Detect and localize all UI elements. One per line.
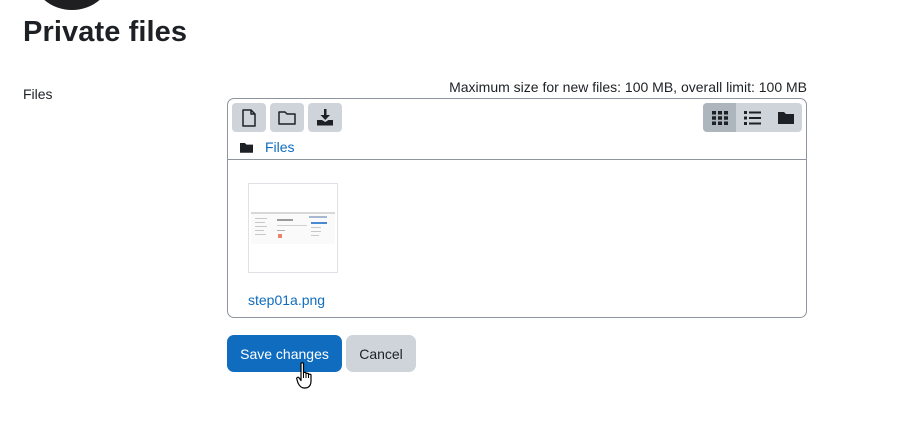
hand-pointer-cursor-icon [296, 362, 312, 389]
breadcrumb: Files [240, 139, 295, 155]
list-view-button[interactable] [736, 103, 769, 132]
icons-view-button[interactable] [703, 103, 736, 132]
grid-icon [711, 110, 728, 125]
tree-view-button[interactable] [769, 103, 802, 132]
download-icon [317, 109, 333, 126]
add-file-button[interactable] [232, 103, 266, 132]
screenshot-thumbnail-image [251, 212, 335, 244]
folder-icon [278, 111, 296, 125]
file-manager: Files step01a.png [227, 98, 807, 318]
avatar [33, 0, 111, 10]
file-size-limits: Maximum size for new files: 100 MB, over… [449, 79, 807, 95]
folder-icon [240, 142, 253, 153]
page-title: Private files [23, 16, 188, 48]
download-button[interactable] [308, 103, 342, 132]
list-icon [744, 110, 761, 125]
file-icon [242, 108, 256, 127]
save-changes-button[interactable]: Save changes [227, 335, 342, 372]
create-folder-button[interactable] [270, 103, 304, 132]
file-thumbnail[interactable] [248, 183, 338, 273]
file-manager-toolbar [232, 103, 342, 132]
divider [228, 159, 806, 160]
folder-icon [777, 112, 794, 124]
files-field-label: Files [23, 86, 53, 102]
file-name-link[interactable]: step01a.png [248, 292, 340, 308]
breadcrumb-files-link[interactable]: Files [265, 139, 295, 155]
view-switcher [703, 103, 802, 132]
cancel-button[interactable]: Cancel [346, 335, 416, 372]
file-item[interactable]: step01a.png [248, 183, 340, 308]
